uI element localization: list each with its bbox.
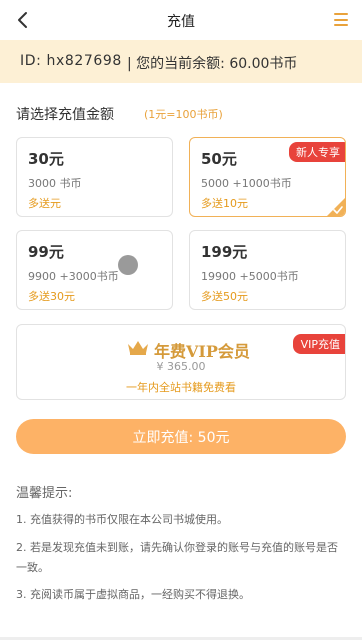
option-coins: 5000 +1000书币: [201, 177, 292, 190]
vip-description: 一年内全站书籍免费看: [126, 381, 236, 394]
option-coins: 9900 +3000书币: [28, 270, 119, 283]
top-bar: 充值: [0, 0, 362, 40]
option-bonus: 多送10元: [201, 197, 248, 210]
balance-text: | 您的当前余额: 60.00书币: [127, 56, 298, 72]
hamburger-menu-icon[interactable]: [334, 13, 348, 26]
option-amount: 30元: [28, 150, 64, 168]
crown-icon: [128, 341, 148, 355]
tip-item: 1. 充值获得的书币仅限在本公司书城使用。: [16, 513, 228, 526]
option-amount: 99元: [28, 243, 64, 261]
recharge-now-button[interactable]: 立即充值: 50元: [16, 419, 346, 454]
selected-check-icon: [327, 198, 345, 216]
user-id: ID: hx827698: [20, 53, 122, 69]
account-info-bar: ID: hx827698 | 您的当前余额: 60.00书币: [0, 40, 362, 83]
option-coins: 19900 +5000书币: [201, 270, 299, 283]
recharge-option-199[interactable]: 199元 19900 +5000书币 多送50元: [189, 230, 346, 310]
recharge-section-title: 请选择充值金额: [16, 107, 114, 123]
option-bonus: 多送30元: [28, 290, 75, 303]
exchange-rate-note: (1元=100书币): [144, 108, 223, 121]
vip-badge: VIP充值: [292, 334, 345, 354]
tip-item: 2. 若是发现充值未到账，请先确认你登录的账号与充值的账号是否一致。: [16, 541, 338, 574]
recharge-option-99[interactable]: 99元 9900 +3000书币 多送30元: [16, 230, 173, 310]
recharge-option-30[interactable]: 30元 3000 书币 多送元: [16, 137, 173, 217]
tips-title: 温馨提示:: [16, 486, 73, 501]
option-bonus: 多送50元: [201, 290, 248, 303]
page-title: 充值: [167, 14, 195, 30]
option-bonus: 多送元: [28, 197, 61, 210]
option-amount: 199元: [201, 243, 248, 261]
option-coins: 3000 书币: [28, 177, 82, 190]
recharge-option-50[interactable]: 50元 5000 +1000书币 多送10元 新人专享: [189, 137, 346, 217]
new-user-badge: 新人专享: [289, 142, 345, 162]
vip-title: 年费VIP会员: [154, 342, 250, 361]
option-amount: 50元: [201, 150, 237, 168]
tip-item: 3. 充阅读币属于虚拟商品，一经购买不得退换。: [16, 588, 250, 601]
vip-price: ¥ 365.00: [156, 360, 206, 373]
vip-membership-option[interactable]: 年费VIP会员 ¥ 365.00 一年内全站书籍免费看 VIP充值: [16, 324, 346, 400]
touch-indicator: [118, 255, 138, 275]
